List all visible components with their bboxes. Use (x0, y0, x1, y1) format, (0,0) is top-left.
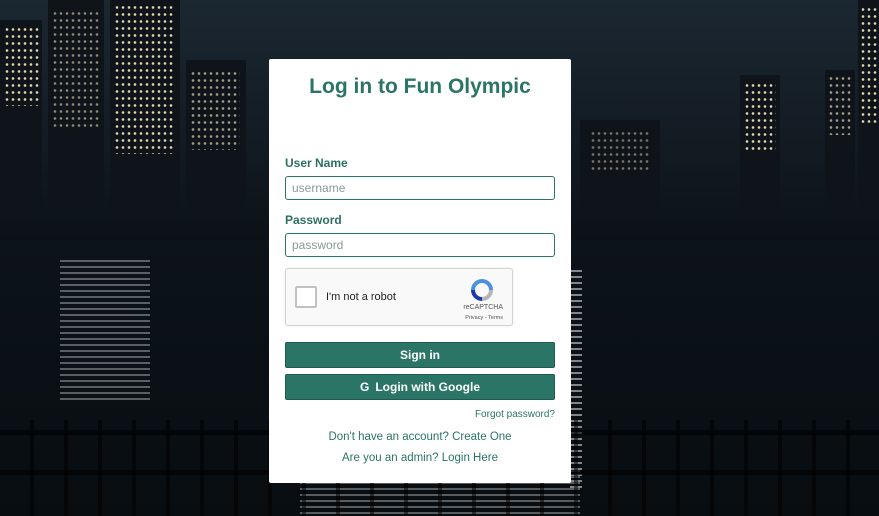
google-login-label: Login with Google (375, 380, 480, 394)
sign-in-button[interactable]: Sign in (285, 342, 555, 368)
admin-login-link[interactable]: Are you an admin? Login Here (269, 452, 571, 464)
google-icon: G (360, 380, 370, 394)
building-windows (860, 6, 878, 126)
create-account-link[interactable]: Don't have an account? Create One (269, 431, 571, 443)
building-windows (114, 4, 174, 154)
sign-in-label: Sign in (400, 348, 440, 362)
building-windows (590, 130, 650, 170)
password-label: Password (285, 213, 342, 227)
building-windows (190, 70, 240, 150)
recaptcha-brand: reCAPTCHA (463, 304, 503, 311)
recaptcha-links[interactable]: Privacy - Terms (465, 315, 503, 321)
recaptcha-widget: I'm not a robot reCAPTCHA Privacy - Term… (285, 268, 513, 326)
username-label: User Name (285, 156, 348, 170)
recaptcha-checkbox[interactable] (295, 286, 317, 308)
page-title: Log in to Fun Olympic (309, 75, 531, 98)
password-input[interactable] (285, 233, 555, 257)
building-windows (4, 26, 40, 106)
forgot-password-link[interactable]: Forgot password? (475, 409, 555, 420)
google-login-button[interactable]: G Login with Google (285, 374, 555, 400)
water-reflection (60, 260, 150, 400)
login-card: Log in to Fun Olympic User Name Password… (269, 59, 571, 483)
building-windows (52, 10, 100, 130)
username-input[interactable] (285, 176, 555, 200)
building-windows (744, 82, 776, 152)
recaptcha-icon (471, 279, 493, 301)
building-windows (828, 75, 852, 135)
recaptcha-label: I'm not a robot (326, 291, 396, 303)
